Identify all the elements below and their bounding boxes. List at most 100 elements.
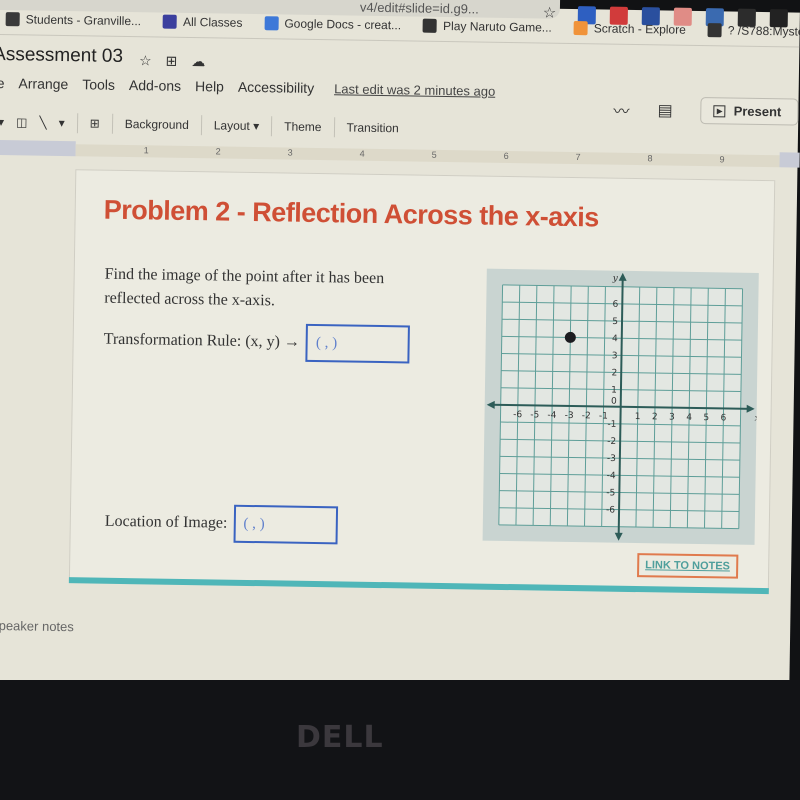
ruler-number: 4: [359, 148, 365, 159]
toolbar-separator: [111, 113, 113, 134]
brand-logo: DELL: [296, 720, 384, 755]
menu-item[interactable]: Add-ons: [129, 77, 181, 94]
x-axis-arrow-left: [486, 400, 495, 409]
shuriken-icon: [423, 18, 438, 33]
present-icon: ▶: [713, 104, 726, 117]
y-tick-label: 6: [612, 300, 618, 310]
ruler-number: 5: [431, 149, 437, 160]
bookmark-label: ? /S788:Mysterio...: [727, 23, 800, 40]
menu-item[interactable]: e: [0, 75, 5, 91]
docs-icon: [264, 16, 279, 31]
toolbar: ▾ ◫ ╲ ▾ ⊞ Background Layout ▾ Theme Tran…: [0, 112, 399, 138]
bookmark-label: Google Docs - creat...: [284, 16, 402, 33]
menu-item[interactable]: Accessibility: [238, 79, 314, 96]
y-tick-label: -3: [607, 454, 616, 464]
dropdown-arrow-icon[interactable]: ▾: [0, 115, 4, 129]
menu-item[interactable]: Arrange: [18, 75, 68, 92]
bookmark-item[interactable]: Play Naruto Game...: [423, 18, 552, 35]
location-label: Location of Image:: [104, 512, 228, 532]
problem-prompt[interactable]: Find the image of the point after it has…: [104, 263, 425, 316]
transformation-rule-row: Transformation Rule: (x, y) → ( , ): [103, 321, 411, 364]
y-tick-label: 5: [612, 317, 618, 327]
scratch-icon: [573, 21, 588, 36]
theme-button[interactable]: Theme: [284, 119, 322, 134]
link-to-notes-button[interactable]: LINK TO NOTES: [637, 553, 739, 579]
layout-button[interactable]: Layout ▾: [214, 118, 260, 133]
monitor-bezel: [0, 680, 800, 800]
x-tick-label: -3: [565, 411, 574, 421]
line-dropdown-icon[interactable]: ▾: [59, 116, 65, 130]
shape-icon[interactable]: ◫: [16, 115, 28, 129]
transformation-rule-input[interactable]: ( , ): [305, 323, 411, 364]
ruler-margin-right[interactable]: [779, 152, 800, 168]
present-label: Present: [733, 103, 782, 120]
x-tick-label: 4: [686, 413, 692, 423]
toolbar-separator: [76, 113, 78, 134]
y-tick-label: -4: [607, 471, 616, 481]
y-tick-label: 4: [612, 334, 618, 344]
screen: v4/edit#slide=id.g9... ☆ Students - Gran…: [0, 0, 800, 693]
ruler-number: 9: [719, 154, 725, 165]
comments-icon[interactable]: ▤: [657, 100, 672, 120]
bookmark-label: Play Naruto Game...: [443, 18, 552, 35]
x-tick-label: 2: [652, 412, 658, 422]
toolbar-separator: [271, 116, 273, 137]
bookmark-label: Scratch - Explore: [593, 21, 686, 37]
slide-canvas[interactable]: Problem 2 - Reflection Across the x-axis…: [68, 169, 776, 593]
origin-label: 0: [611, 397, 617, 407]
x-axis-arrow-right: [746, 404, 755, 413]
y-axis-label: y: [612, 274, 619, 284]
school-icon: [5, 12, 20, 27]
x-tick-label: 6: [720, 413, 726, 423]
present-button[interactable]: ▶ Present: [700, 97, 799, 126]
toolbar-separator: [333, 117, 335, 138]
cloud-saved-icon[interactable]: ☁: [191, 53, 205, 70]
coordinate-plane-svg: -6-6-5-5-4-4-3-3-2-2-1-11122334455660xy: [486, 272, 760, 541]
bookmark-item[interactable]: All Classes: [162, 14, 243, 30]
menu-item[interactable]: Help: [195, 78, 224, 94]
bookmark-item[interactable]: ? /S788:Mysterio...: [707, 23, 800, 40]
move-folder-icon[interactable]: ⊞: [165, 53, 178, 70]
line-icon[interactable]: ╲: [39, 116, 46, 130]
x-tick-label: -5: [530, 410, 539, 420]
x-tick-label: 5: [703, 413, 709, 423]
new-comment-icon[interactable]: ⊞: [90, 116, 100, 130]
y-axis-arrow-up: [618, 272, 627, 281]
document-title[interactable]: Assessment 03: [0, 44, 123, 68]
shuriken-icon: [707, 23, 722, 38]
ruler-number: 8: [647, 153, 653, 164]
transition-button[interactable]: Transition: [346, 120, 398, 135]
x-tick-label: 3: [669, 413, 675, 423]
y-axis-arrow-down: [614, 532, 623, 541]
y-tick-label: 3: [612, 351, 618, 361]
bookmark-label: Students - Granville...: [25, 12, 142, 29]
coordinate-plane: -6 -6 -5 -5 -4 -4 -3 -3 -2 -2 -1 -1 1 1 2 2 3 3 4 4 5 5 6 6 0 x y: [482, 268, 760, 545]
x-tick-label: 1: [635, 412, 641, 422]
ruler-number: 3: [287, 147, 293, 158]
y-tick-label: 1: [611, 386, 617, 396]
layout-label: Layout: [213, 118, 250, 133]
title-actions: ☆ ⊞ ☁: [139, 52, 206, 70]
ruler[interactable]: 1 2 3 4 5 6 7 8 9: [75, 144, 780, 168]
ruler-number: 2: [215, 146, 221, 157]
bookmark-item[interactable]: Students - Granville...: [5, 12, 142, 29]
background-button[interactable]: Background: [125, 117, 189, 132]
y-tick-label: -5: [606, 488, 615, 498]
bookmark-item[interactable]: Scratch - Explore: [573, 21, 686, 37]
location-input[interactable]: ( , ): [233, 504, 338, 545]
x-tick-label: -4: [547, 411, 556, 421]
bookmark-item[interactable]: Google Docs - creat...: [264, 16, 401, 32]
location-row: Location of Image: ( , ): [105, 503, 338, 545]
speaker-notes[interactable]: speaker notes: [0, 618, 74, 634]
x-tick-label: -2: [582, 411, 591, 421]
last-edit-link[interactable]: Last edit was 2 minutes ago: [334, 81, 495, 99]
star-icon[interactable]: ☆: [139, 52, 152, 69]
y-tick-label: -1: [607, 420, 616, 430]
activity-dashboard-icon[interactable]: 〰: [613, 97, 629, 121]
ruler-number: 6: [503, 150, 509, 162]
ruler-number: 7: [575, 152, 581, 163]
slide-title[interactable]: Problem 2 - Reflection Across the x-axis: [103, 195, 599, 234]
menu-bar: e Arrange Tools Add-ons Help Accessibility Las…: [0, 75, 495, 99]
ruler-margin-left[interactable]: [0, 139, 76, 157]
menu-item[interactable]: Tools: [82, 76, 115, 93]
